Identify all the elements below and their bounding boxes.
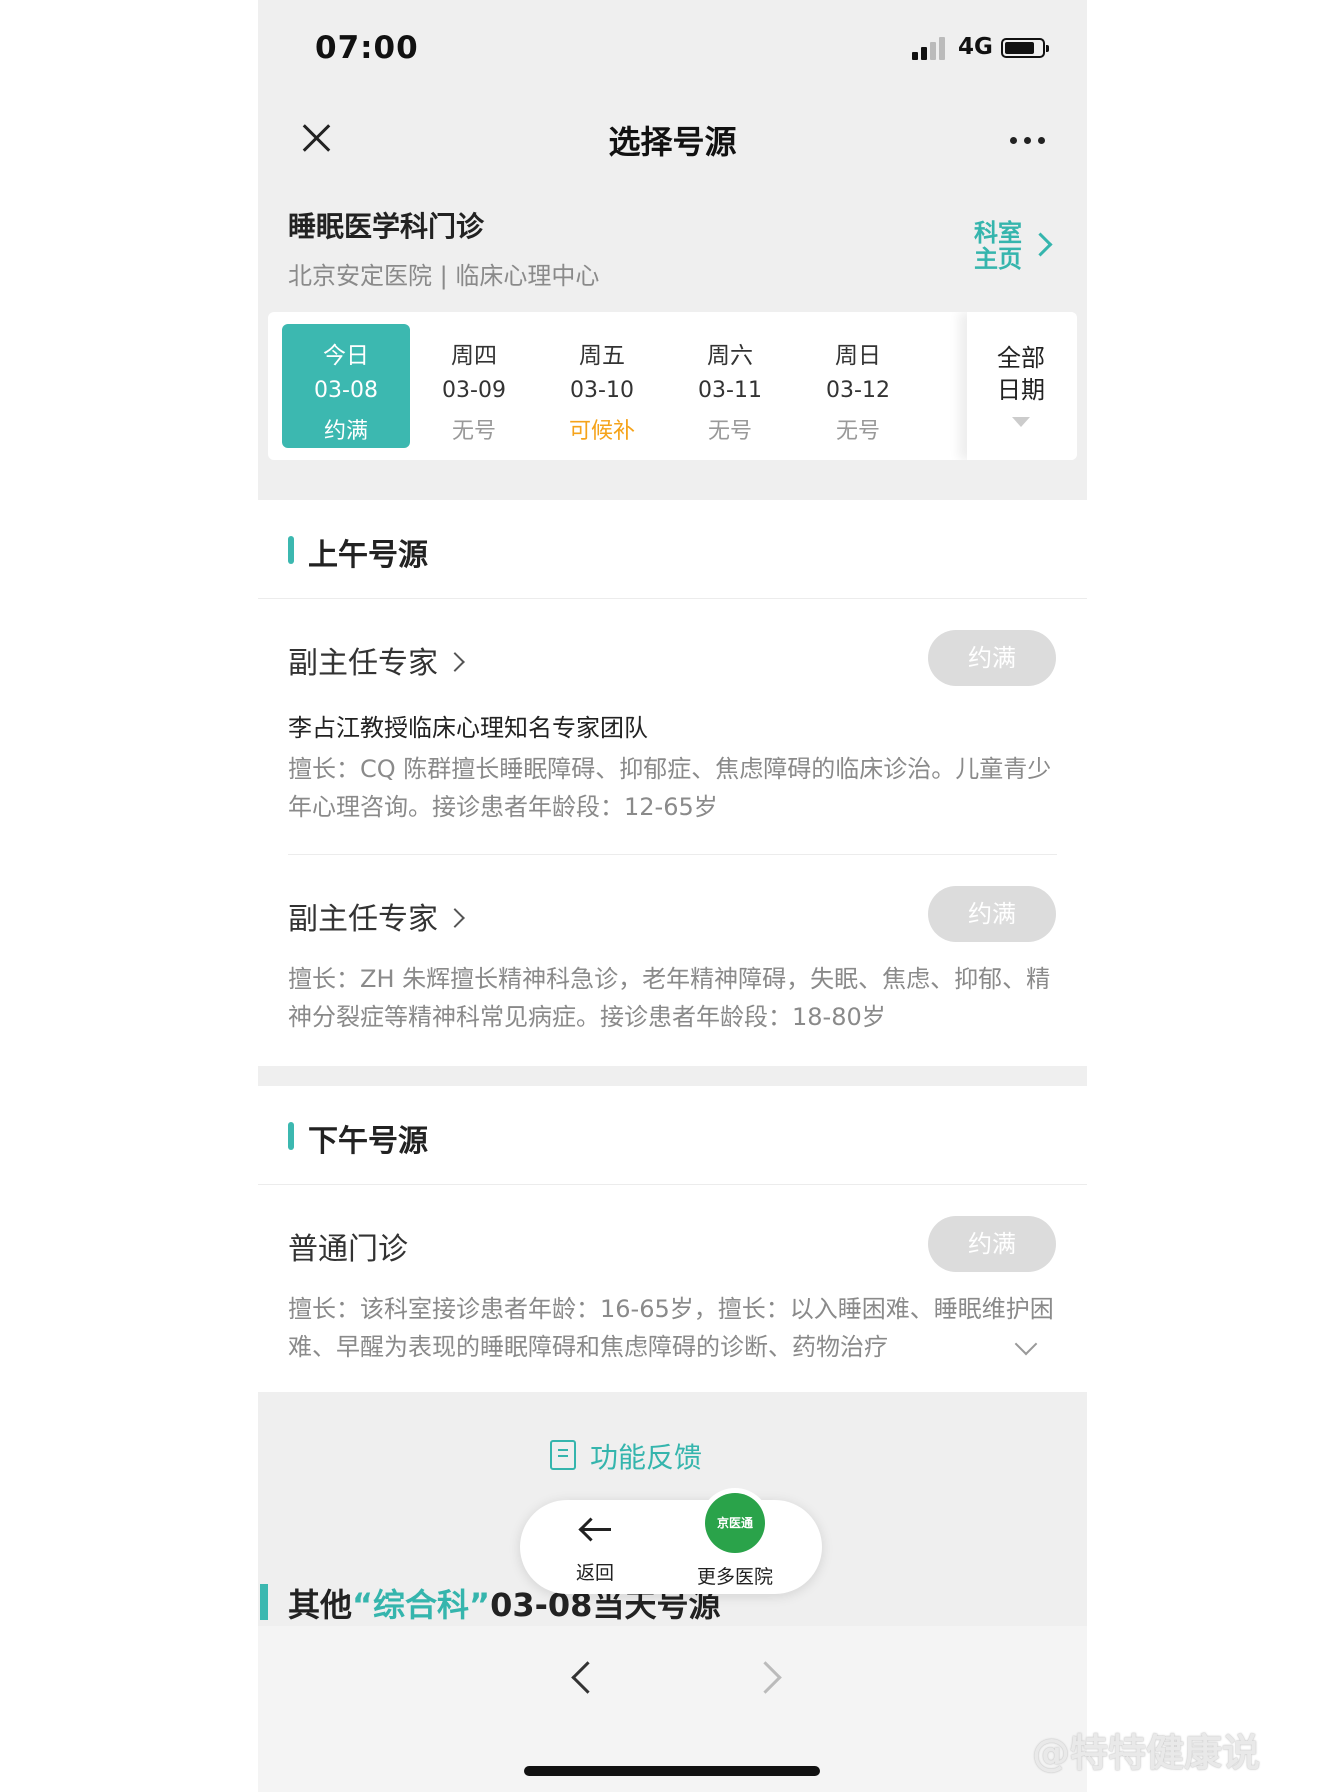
page-title: 选择号源 [608, 123, 737, 161]
doctor-description: 擅长：ZH 朱辉擅长精神科急诊，老年精神障碍，失眠、焦虑、抑郁、精神分裂症等精神… [288, 965, 1051, 1031]
date-status: 约满 [323, 419, 368, 444]
date-value: 03-12 [826, 378, 890, 403]
chevron-right-icon [1028, 232, 1053, 257]
date-tab-3[interactable]: 周六 03-11 无号 [666, 324, 794, 448]
feedback-link[interactable]: 功能反馈 [550, 1436, 703, 1476]
divider [258, 1184, 1087, 1185]
department-home-label-1: 科室 [974, 219, 1022, 247]
date-selector: 今日 03-08 约满 周四 03-09 无号 周五 03-10 可候补 周六 … [268, 312, 1077, 460]
date-weekday: 周五 [579, 343, 625, 369]
doctor-title-link[interactable]: 副主任专家 [288, 638, 465, 682]
arrow-left-icon [575, 1514, 615, 1544]
date-status: 无号 [707, 419, 752, 444]
status-bar: 07:00 4G [258, 0, 1087, 100]
other-highlight: “综合科” [352, 1586, 491, 1624]
more-icon[interactable] [1010, 137, 1045, 144]
date-tab-1[interactable]: 周四 03-09 无号 [410, 324, 538, 448]
logo-text: 京医通 [705, 1493, 765, 1553]
date-status: 无号 [835, 419, 880, 444]
feedback-label: 功能反馈 [590, 1441, 703, 1474]
doctor-title-link[interactable]: 普通门诊 [288, 1224, 408, 1268]
other-prefix: 其他 [288, 1586, 353, 1624]
department-subtitle: 北京安定医院 | 临床心理中心 [288, 262, 600, 290]
doctor-title-link[interactable]: 副主任专家 [288, 894, 465, 938]
text-fade [958, 1328, 1018, 1366]
date-weekday: 周日 [835, 343, 881, 369]
booking-full-button[interactable]: 约满 [928, 886, 1056, 942]
phone-screen: 07:00 4G 选择号源 睡眠医学科门诊 北京安定医院 | 临床心理中心 科室… [258, 0, 1087, 1792]
divider [258, 598, 1087, 599]
browser-back-icon[interactable] [568, 1660, 598, 1690]
section-heading-afternoon: 下午号源 [288, 1116, 428, 1160]
doctor-title: 副主任专家 [288, 646, 438, 681]
all-dates-button[interactable]: 全部 日期 [967, 312, 1077, 460]
edit-icon [550, 1440, 576, 1470]
caret-down-icon [1012, 417, 1030, 427]
morning-section: 上午号源 副主任专家 约满 李占江教授临床心理知名专家团队 擅长：CQ 陈群擅长… [258, 500, 1087, 1066]
all-dates-label: 全部 日期 [997, 342, 1045, 406]
divider [288, 854, 1057, 855]
floating-action-bar: 返回 京医通 更多医院 [520, 1488, 822, 1594]
date-weekday: 周六 [707, 343, 753, 369]
all-dates-label-2: 日期 [997, 376, 1045, 404]
department-home-link[interactable]: 科室 主页 [974, 219, 1053, 273]
doctor-title: 副主任专家 [288, 902, 438, 937]
back-button[interactable]: 返回 [560, 1514, 630, 1585]
date-tab-2[interactable]: 周五 03-10 可候补 [538, 324, 666, 448]
date-value: 03-08 [314, 378, 378, 403]
signal-icon [912, 36, 952, 60]
date-status: 可候补 [568, 419, 635, 444]
more-hospitals-button[interactable]: 京医通 更多医院 [680, 1488, 790, 1589]
browser-toolbar [258, 1626, 1087, 1792]
booking-full-button[interactable]: 约满 [928, 1216, 1056, 1272]
doctor-description: 擅长：该科室接诊患者年龄：16-65岁，擅长：以入睡困难、睡眠维护困难、早醒为表… [288, 1295, 1054, 1361]
date-value: 03-10 [570, 378, 634, 403]
chevron-right-icon [445, 907, 465, 928]
date-status: 无号 [451, 419, 496, 444]
date-weekday: 周四 [451, 343, 497, 369]
status-time: 07:00 [315, 30, 419, 66]
doctor-title: 普通门诊 [288, 1232, 408, 1267]
hospital-logo: 京医通 [700, 1488, 770, 1558]
battery-icon [1001, 38, 1049, 58]
back-label: 返回 [575, 1562, 614, 1584]
section-heading-morning: 上午号源 [288, 530, 428, 574]
doctor-description: 擅长：CQ 陈群擅长睡眠障碍、抑郁症、焦虑障碍的临床诊治。儿童青少年心理咨询。接… [288, 755, 1052, 821]
department-home-label-2: 主页 [974, 245, 1022, 273]
department-name: 睡眠医学科门诊 [288, 210, 485, 243]
date-weekday: 今日 [323, 343, 369, 369]
date-value: 03-11 [698, 378, 762, 403]
chevron-right-icon [445, 651, 465, 672]
doctor-team: 李占江教授临床心理知名专家团队 [288, 714, 648, 742]
afternoon-section: 下午号源 普通门诊 约满 擅长：该科室接诊患者年龄：16-65岁，擅长：以入睡困… [258, 1086, 1087, 1392]
nav-bar: 选择号源 [258, 100, 1087, 180]
booking-full-button[interactable]: 约满 [928, 630, 1056, 686]
all-dates-label-1: 全部 [997, 344, 1045, 372]
network-type: 4G [958, 34, 993, 60]
watermark: @特特健康说 [1032, 1731, 1261, 1775]
date-tab-4[interactable]: 周日 03-12 无号 [794, 324, 922, 448]
browser-forward-icon[interactable] [754, 1660, 784, 1690]
home-indicator [524, 1766, 820, 1776]
date-value: 03-09 [442, 378, 506, 403]
more-hospitals-label: 更多医院 [696, 1566, 773, 1588]
date-tab-0[interactable]: 今日 03-08 约满 [282, 324, 410, 448]
